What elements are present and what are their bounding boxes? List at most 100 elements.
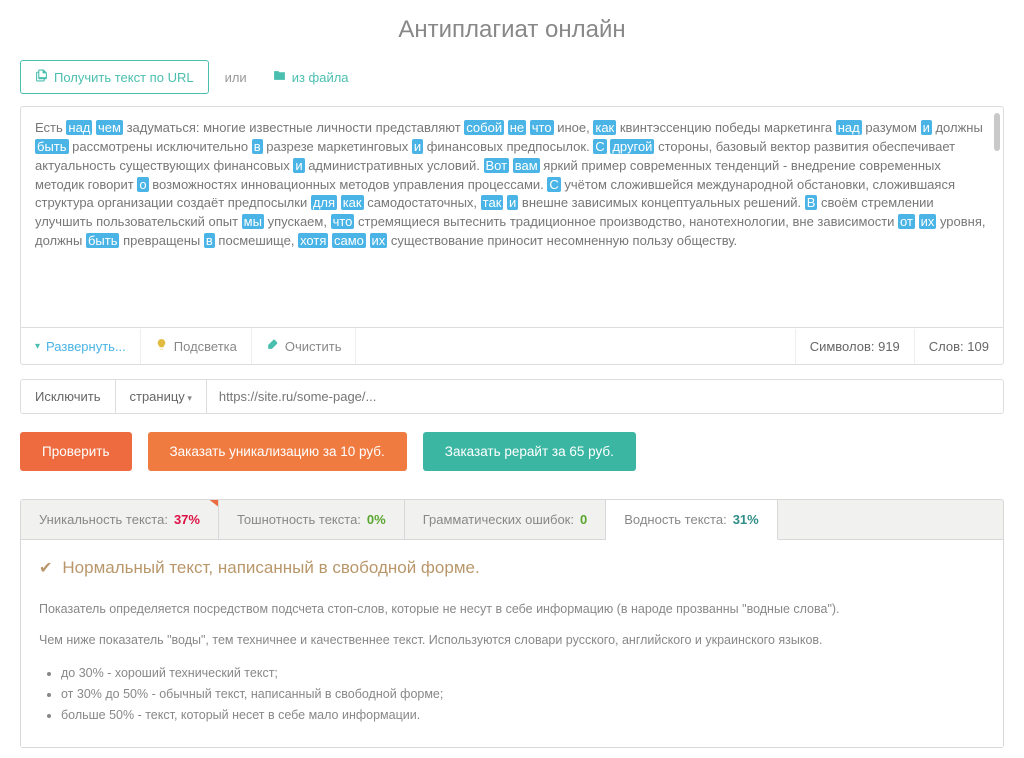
highlight-word: от bbox=[898, 214, 915, 229]
uniqueness-value: 37% bbox=[174, 512, 200, 527]
editor-frame: Есть над чем задуматься: многие известны… bbox=[20, 106, 1004, 365]
tab-grammar[interactable]: Грамматических ошибок: 0 bbox=[405, 500, 607, 539]
from-file-label: из файла bbox=[292, 70, 349, 85]
grammar-value: 0 bbox=[580, 512, 587, 527]
result-desc-1: Показатель определяется посредством подс… bbox=[39, 600, 985, 619]
editor-text: Есть bbox=[35, 120, 63, 135]
result-tabs: Уникальность текста: 37% Повысить Тошнот… bbox=[21, 500, 1003, 540]
expand-button[interactable]: ▾ Развернуть... bbox=[21, 329, 141, 364]
highlight-word: другой bbox=[610, 139, 654, 154]
bulb-icon bbox=[155, 338, 168, 354]
editor-text: посмешище, bbox=[218, 233, 298, 248]
check-icon: ✔ bbox=[39, 558, 52, 578]
editor-text: превращены bbox=[123, 233, 204, 248]
highlight-word: что bbox=[530, 120, 554, 135]
highlight-word: и bbox=[412, 139, 423, 154]
words-label: Слов: bbox=[929, 339, 964, 354]
scrollbar-thumb[interactable] bbox=[994, 113, 1000, 151]
highlight-word: в bbox=[252, 139, 263, 154]
water-value: 31% bbox=[733, 512, 759, 527]
highlight-word: хотя bbox=[298, 233, 328, 248]
editor-text: существование приносит несомненную польз… bbox=[391, 233, 737, 248]
tab-water[interactable]: Водность текста: 31% bbox=[606, 500, 778, 540]
order-unique-button[interactable]: Заказать уникализацию за 10 руб. bbox=[148, 432, 407, 471]
expand-label: Развернуть... bbox=[46, 339, 126, 354]
highlight-word: В bbox=[805, 195, 818, 210]
tab-uniqueness[interactable]: Уникальность текста: 37% Повысить bbox=[21, 500, 219, 539]
eraser-icon bbox=[266, 338, 279, 354]
highlight-word: мы bbox=[242, 214, 264, 229]
action-row: Проверить Заказать уникализацию за 10 ру… bbox=[20, 432, 1004, 471]
editor-text: задуматься: многие известные личности пр… bbox=[127, 120, 465, 135]
exclude-url-input[interactable] bbox=[207, 380, 1003, 413]
check-button[interactable]: Проверить bbox=[20, 432, 132, 471]
or-label: или bbox=[219, 62, 253, 93]
highlight-word: их bbox=[919, 214, 937, 229]
editor-text: возможностях инновационных методов управ… bbox=[152, 177, 547, 192]
highlight-word: для bbox=[311, 195, 337, 210]
text-editor[interactable]: Есть над чем задуматься: многие известны… bbox=[21, 107, 1003, 327]
editor-text: упускаем, bbox=[268, 214, 331, 229]
highlight-word: как bbox=[341, 195, 364, 210]
boost-ribbon[interactable]: Повысить bbox=[162, 500, 219, 511]
exclude-type-dropdown[interactable]: страницу bbox=[116, 380, 207, 413]
highlight-word: в bbox=[204, 233, 215, 248]
paste-icon bbox=[35, 69, 48, 85]
chevron-down-icon: ▾ bbox=[35, 341, 40, 352]
get-text-by-url-button[interactable]: Получить текст по URL bbox=[20, 60, 209, 94]
highlight-word: над bbox=[836, 120, 862, 135]
highlight-word: вам bbox=[513, 158, 540, 173]
highlight-word: и bbox=[507, 195, 518, 210]
get-text-by-url-label: Получить текст по URL bbox=[54, 70, 194, 85]
editor-text: финансовых предпосылок. bbox=[427, 139, 594, 154]
exclude-row: Исключить страницу bbox=[20, 379, 1004, 414]
highlight-word: С bbox=[547, 177, 560, 192]
editor-text: разрезе маркетинговых bbox=[266, 139, 412, 154]
editor-text: рассмотрены исключительно bbox=[72, 139, 252, 154]
result-body: ✔ Нормальный текст, написанный в свободн… bbox=[21, 540, 1003, 747]
result-heading: ✔ Нормальный текст, написанный в свободн… bbox=[39, 558, 985, 578]
editor-text: внешне зависимых концептуальных решений. bbox=[522, 195, 805, 210]
clear-button[interactable]: Очистить bbox=[252, 328, 357, 364]
water-label: Водность текста: bbox=[624, 512, 726, 527]
bullet-item: до 30% - хороший технический текст; bbox=[61, 663, 985, 684]
nausea-label: Тошнотность текста: bbox=[237, 512, 361, 527]
chars-label: Символов: bbox=[810, 339, 875, 354]
folder-icon bbox=[273, 69, 286, 85]
uniqueness-label: Уникальность текста: bbox=[39, 512, 168, 527]
highlight-word: их bbox=[370, 233, 388, 248]
highlight-word: С bbox=[593, 139, 606, 154]
results-panel: Уникальность текста: 37% Повысить Тошнот… bbox=[20, 499, 1004, 748]
source-row: Получить текст по URL или из файла bbox=[20, 60, 1004, 94]
tab-nausea[interactable]: Тошнотность текста: 0% bbox=[219, 500, 405, 539]
editor-text: стремящиеся вытеснить традиционное произ… bbox=[358, 214, 898, 229]
highlight-word: быть bbox=[86, 233, 120, 248]
highlight-word: что bbox=[331, 214, 355, 229]
highlight-word: быть bbox=[35, 139, 69, 154]
highlight-word: Вот bbox=[484, 158, 510, 173]
highlight-word: не bbox=[508, 120, 526, 135]
result-heading-text: Нормальный текст, написанный в свободной… bbox=[62, 558, 479, 578]
order-rewrite-button[interactable]: Заказать рерайт за 65 руб. bbox=[423, 432, 636, 471]
highlight-word: и bbox=[921, 120, 932, 135]
highlight-label: Подсветка bbox=[174, 339, 237, 354]
bullet-item: от 30% до 50% - обычный текст, написанны… bbox=[61, 684, 985, 705]
bullet-item: больше 50% - текст, который несет в себе… bbox=[61, 705, 985, 726]
editor-text: иное, bbox=[557, 120, 593, 135]
highlight-word: собой bbox=[464, 120, 504, 135]
from-file-button[interactable]: из файла bbox=[263, 61, 359, 93]
editor-toolbar: ▾ Развернуть... Подсветка Очистить Симво… bbox=[21, 327, 1003, 364]
highlight-word: о bbox=[137, 177, 148, 192]
page-title: Антиплагиат онлайн bbox=[20, 16, 1004, 44]
result-desc-2: Чем ниже показатель "воды", тем техничне… bbox=[39, 631, 985, 650]
highlight-word: и bbox=[293, 158, 304, 173]
highlight-button[interactable]: Подсветка bbox=[141, 328, 252, 364]
editor-text: разумом bbox=[865, 120, 920, 135]
editor-text: самодостаточных, bbox=[367, 195, 480, 210]
words-stat: Слов: 109 bbox=[914, 329, 1003, 364]
highlight-word: чем bbox=[96, 120, 123, 135]
highlight-word: само bbox=[332, 233, 366, 248]
editor-text: административных условий. bbox=[308, 158, 483, 173]
highlight-word: так bbox=[481, 195, 504, 210]
highlight-word: как bbox=[593, 120, 616, 135]
